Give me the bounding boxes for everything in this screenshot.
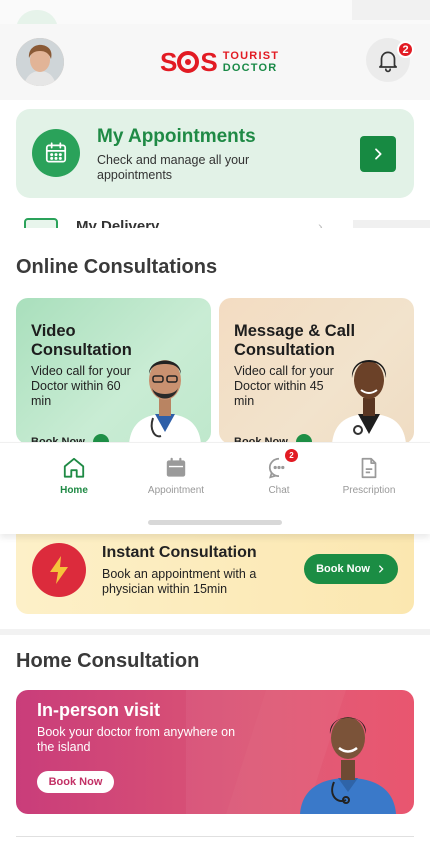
document-icon [356,455,382,481]
online-consultations-heading: Online Consultations [16,256,218,278]
video-consultation-card[interactable]: Video Consultation Video call for your D… [16,298,211,444]
section-divider [0,629,430,635]
nav-chat-label: Chat [268,485,290,496]
top-strip [0,0,430,30]
instant-consultation-title: Instant Consultation [102,544,257,561]
instant-book-now-label: Book Now [316,563,370,575]
lightning-icon [32,543,86,597]
avatar[interactable] [16,38,64,86]
home-consultation-heading: Home Consultation [16,650,200,672]
chat-icon: 2 [266,449,298,481]
delivery-icon [24,218,58,228]
bottom-divider [16,836,414,837]
appointments-subtitle: Check and manage all your appointments [97,153,250,182]
my-delivery-row[interactable]: My Delivery › [0,212,430,228]
message-call-consultation-card[interactable]: Message & Call Consultation Video call f… [219,298,414,444]
instant-book-now-button[interactable]: Book Now [304,554,398,584]
logo-text-tourist: TOURIST [222,49,280,62]
message-call-title: Message & Call Consultation [234,322,356,359]
nav-home-label: Home [60,485,88,496]
logo-mark: SS [160,47,218,77]
doctor-illustration [300,717,396,814]
message-call-desc: Video call for your Doctor within 45 min [234,364,334,408]
appointments-open-button[interactable] [360,136,396,172]
nav-appointment[interactable]: Appointment [131,455,221,496]
nav-chat[interactable]: 2 Chat [234,449,324,496]
in-person-book-now-button[interactable]: Book Now [37,771,114,793]
in-person-subtitle: Book your doctor from anywhere on the is… [37,725,236,754]
nav-prescription[interactable]: Prescription [324,455,414,496]
scrolled-box-remnant [352,0,430,20]
my-appointments-card[interactable]: My Appointments Check and manage all you… [16,109,414,198]
video-consultation-title: Video Consultation [31,322,132,359]
chevron-right-icon [375,148,382,160]
instant-consultation-subtitle: Book an appointment with a physician wit… [102,567,257,596]
chevron-right-icon: › [318,218,323,228]
logo-text-doctor: DOCTOR [222,61,278,74]
instant-consultation-card[interactable]: Instant Consultation Book an appointment… [16,528,414,614]
nav-prescription-label: Prescription [342,485,396,496]
nav-appointment-label: Appointment [147,485,205,496]
app-header: SS TOURIST DOCTOR 2 [0,24,430,100]
appointments-title: My Appointments [97,126,256,147]
calendar-icon [32,129,80,177]
nav-home[interactable]: Home [29,455,119,496]
notification-badge: 2 [397,41,414,58]
delivery-label: My Delivery [76,218,160,228]
row-background-remnant [353,220,430,228]
chat-badge: 2 [285,449,298,462]
home-icon [61,455,87,481]
brand-logo: SS TOURIST DOCTOR [160,48,279,76]
in-person-visit-card[interactable]: In-person visit Book your doctor from an… [16,690,414,814]
calendar-icon [163,455,189,481]
home-indicator [148,520,282,525]
chevron-right-icon [379,565,384,573]
next-section-remnant [0,852,430,864]
in-person-book-now-label: Book Now [48,776,103,788]
in-person-title: In-person visit [37,700,161,720]
video-consultation-desc: Video call for your Doctor within 60 min [31,364,131,408]
